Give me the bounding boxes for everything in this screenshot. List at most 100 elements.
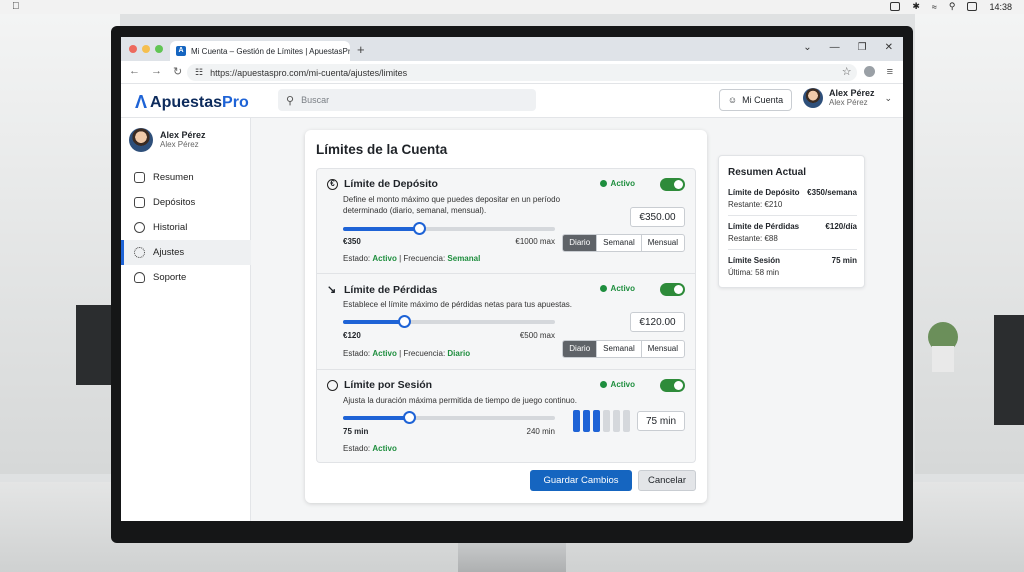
chevron-down-icon[interactable]: ⌄	[803, 42, 811, 53]
slider-handle[interactable]	[402, 411, 416, 424]
frequency-prefix: | Frecuencia:	[399, 254, 446, 263]
site-logo[interactable]: Λ Apuestas Pro	[135, 92, 249, 113]
summary-row-label: Límite Sesión	[728, 256, 781, 265]
loss-amount-field[interactable]: €120.00	[630, 312, 685, 332]
level-bar-empty	[613, 410, 620, 432]
summary-row-sub: Última: 58 min	[728, 267, 780, 277]
period-option-semanal[interactable]: Semanal	[597, 341, 642, 357]
apple-icon[interactable]: 	[12, 1, 20, 12]
status-prefix: Estado:	[343, 349, 371, 358]
forward-arrow-icon[interactable]: →	[151, 65, 162, 78]
sidebar-user: Alex Pérez Alex Pérez	[129, 128, 206, 152]
screenshot-icon[interactable]	[890, 2, 901, 11]
star-icon[interactable]: ☆	[842, 65, 852, 78]
check-icon	[599, 381, 607, 388]
session-limit-toggle[interactable]	[660, 379, 685, 392]
bluetooth-icon[interactable]: ✱	[912, 1, 920, 12]
site-info-icon[interactable]: ☷	[195, 67, 203, 78]
site-header: Λ Apuestas Pro ⚲ Buscar ☺ Mi Cuenta Alex …	[121, 84, 903, 118]
tab-bar: A Mi Cuenta – Gestión de Límites | Apues…	[121, 37, 903, 61]
loss-slider[interactable]	[343, 315, 555, 328]
status-prefix: Estado:	[343, 444, 371, 453]
period-option-diario[interactable]: Diario	[563, 235, 598, 251]
deposit-limit-toggle[interactable]	[660, 178, 685, 191]
minimize-window-button[interactable]	[142, 45, 150, 53]
period-option-mensual[interactable]: Mensual	[642, 235, 684, 251]
sidebar-item-depositos[interactable]: Depósitos	[121, 190, 251, 215]
monitor-stand	[458, 543, 566, 572]
slider-min-label: €120	[343, 331, 361, 340]
home-icon	[134, 172, 145, 183]
status-badge: Activo	[599, 179, 635, 188]
session-limit-description: Ajusta la duración máxima permitida de t…	[343, 396, 577, 405]
url-bar[interactable]: ☷ https://apuestaspro.com/mi-cuenta/ajus…	[187, 64, 857, 81]
session-slider[interactable]	[343, 411, 555, 424]
browser-window: A Mi Cuenta – Gestión de Límites | Apues…	[121, 37, 903, 521]
menu-icon[interactable]: ≡	[887, 66, 893, 78]
close-icon[interactable]: ✕	[885, 42, 893, 53]
check-icon	[599, 180, 607, 187]
browser-tab[interactable]: A Mi Cuenta – Gestión de Límites | Apues…	[170, 41, 350, 61]
loss-limit-description: Establece el límite máximo de pérdidas n…	[343, 300, 573, 309]
sidebar-item-soporte[interactable]: Soporte	[121, 265, 251, 290]
check-icon	[599, 285, 607, 292]
summary-row-sub: Restante: €210	[728, 199, 783, 209]
period-option-diario[interactable]: Diario	[563, 341, 598, 357]
search-icon[interactable]: ⚲	[949, 1, 956, 12]
control-center-icon[interactable]	[967, 2, 978, 11]
minimize-icon[interactable]: —	[830, 42, 840, 53]
sidebar-user-sub: Alex Pérez	[160, 140, 199, 149]
search-input[interactable]: ⚲ Buscar	[278, 89, 536, 111]
back-arrow-icon[interactable]: ←	[129, 65, 140, 78]
loss-limit-toggle[interactable]	[660, 283, 685, 296]
loss-limit-section: ↘ Límite de Pérdidas Establece el límite …	[316, 274, 696, 370]
level-bar-filled	[573, 410, 580, 432]
maximize-window-button[interactable]	[155, 45, 163, 53]
restore-icon[interactable]: ❐	[858, 42, 867, 53]
header-user-menu[interactable]: Alex Pérez Alex Pérez ⌄	[803, 88, 892, 108]
background-pot	[932, 346, 954, 372]
summary-card: Resumen Actual Límite de Depósito €350/se…	[718, 155, 865, 288]
session-minutes-field[interactable]: 75 min	[637, 411, 685, 431]
slider-max-label: €1000 max	[515, 237, 555, 246]
frequency-value: Diario	[447, 349, 471, 358]
menubar-clock: 14:38	[989, 1, 1012, 12]
sidebar-item-resumen[interactable]: Resumen	[121, 165, 251, 190]
account-button[interactable]: ☺ Mi Cuenta	[719, 89, 792, 111]
clock-icon	[327, 379, 338, 391]
new-tab-button[interactable]: +	[357, 42, 365, 57]
cancel-button[interactable]: Cancelar	[638, 470, 696, 491]
sidebar-user-name: Alex Pérez	[160, 130, 206, 140]
session-level-bars	[573, 410, 630, 432]
tab-title: Mi Cuenta – Gestión de Límites | Apuesta…	[191, 46, 350, 56]
level-bar-empty	[623, 410, 630, 432]
url-text: https://apuestaspro.com/mi-cuenta/ajuste…	[210, 67, 408, 78]
sidebar-item-label: Soporte	[153, 272, 187, 283]
close-window-button[interactable]	[129, 45, 137, 53]
sidebar-item-label: Resumen	[153, 172, 194, 183]
logo-mark-icon: Λ	[135, 92, 148, 112]
deposit-slider[interactable]	[343, 222, 555, 235]
deposit-amount-field[interactable]: €350.00	[630, 207, 685, 227]
period-option-semanal[interactable]: Semanal	[597, 235, 642, 251]
chevron-down-icon[interactable]: ⌄	[885, 93, 893, 104]
macos-menubar:  ✱ ≈ ⚲ 14:38	[0, 0, 1024, 14]
slider-handle[interactable]	[398, 315, 412, 328]
favicon-icon: A	[176, 46, 186, 56]
save-button[interactable]: Guardar Cambios	[530, 470, 632, 491]
euro-icon: €	[327, 178, 338, 190]
summary-title: Resumen Actual	[728, 167, 806, 178]
level-bar-filled	[593, 410, 600, 432]
wifi-icon[interactable]: ≈	[932, 2, 937, 12]
reload-icon[interactable]: ↻	[173, 65, 182, 78]
level-bar-empty	[603, 410, 610, 432]
sidebar-item-ajustes[interactable]: Ajustes	[121, 240, 251, 265]
sidebar-item-historial[interactable]: Historial	[121, 215, 251, 240]
background-monitor	[76, 305, 112, 385]
logo-text-accent: Pro	[222, 93, 249, 111]
profile-icon[interactable]	[863, 66, 875, 77]
summary-row: Límite de Depósito €350/semana Restante: …	[728, 187, 857, 216]
slider-handle[interactable]	[413, 222, 427, 235]
period-option-mensual[interactable]: Mensual	[642, 341, 684, 357]
sidebar: Alex Pérez Alex Pérez Resumen Depósitos …	[121, 118, 251, 521]
